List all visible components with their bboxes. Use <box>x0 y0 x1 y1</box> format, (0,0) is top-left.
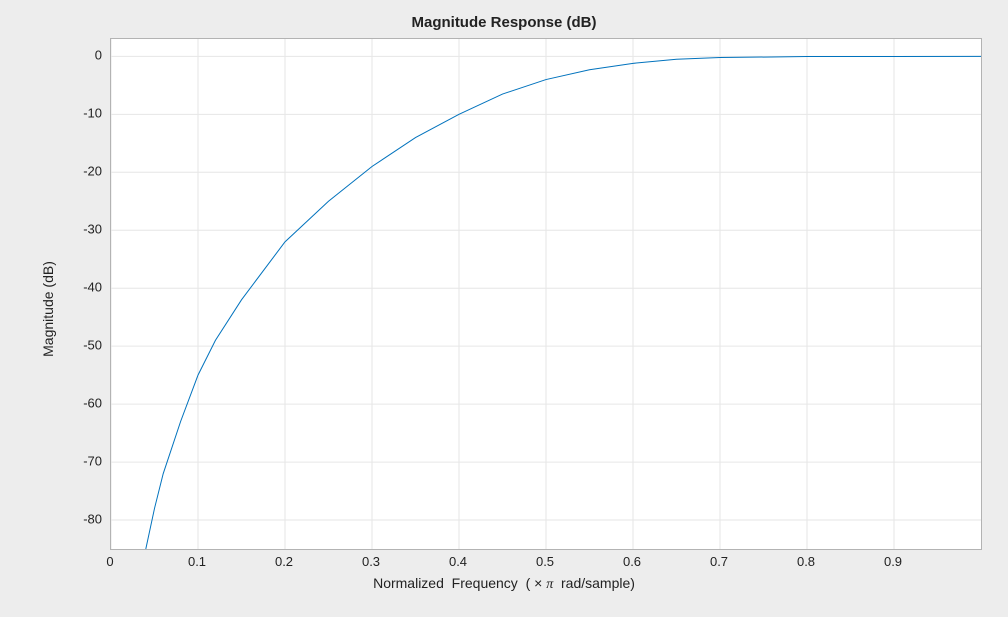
xlabel-prefix: Normalized Frequency ( × <box>373 575 546 591</box>
chart-title: Magnitude Response (dB) <box>0 14 1008 31</box>
y-tick-label: 0 <box>62 48 102 63</box>
x-tick-label: 0.9 <box>884 554 902 569</box>
x-tick-label: 0.6 <box>623 554 641 569</box>
axes <box>110 38 980 548</box>
y-tick-label: -20 <box>62 164 102 179</box>
x-tick-label: 0.8 <box>797 554 815 569</box>
x-tick-label: 0.7 <box>710 554 728 569</box>
xlabel-suffix: rad/sample) <box>553 575 635 591</box>
y-axis-label: Magnitude (dB) <box>40 261 56 357</box>
y-tick-label: -10 <box>62 106 102 121</box>
y-tick-label: -50 <box>62 338 102 353</box>
y-tick-label: -80 <box>62 512 102 527</box>
x-tick-label: 0.3 <box>362 554 380 569</box>
y-tick-label: -60 <box>62 396 102 411</box>
y-tick-label: -30 <box>62 222 102 237</box>
x-tick-label: 0.1 <box>188 554 206 569</box>
series-line <box>146 56 981 549</box>
x-tick-label: 0.4 <box>449 554 467 569</box>
matlab-figure: Magnitude Response (dB) Magnitude (dB) N… <box>0 0 1008 617</box>
x-tick-label: 0.2 <box>275 554 293 569</box>
y-tick-label: -40 <box>62 280 102 295</box>
plot-area <box>110 38 982 550</box>
grid <box>111 39 981 549</box>
x-tick-label: 0 <box>106 554 113 569</box>
x-tick-label: 0.5 <box>536 554 554 569</box>
y-tick-label: -70 <box>62 454 102 469</box>
plot-svg <box>111 39 981 549</box>
x-axis-label: Normalized Frequency ( × π rad/sample) <box>0 575 1008 593</box>
